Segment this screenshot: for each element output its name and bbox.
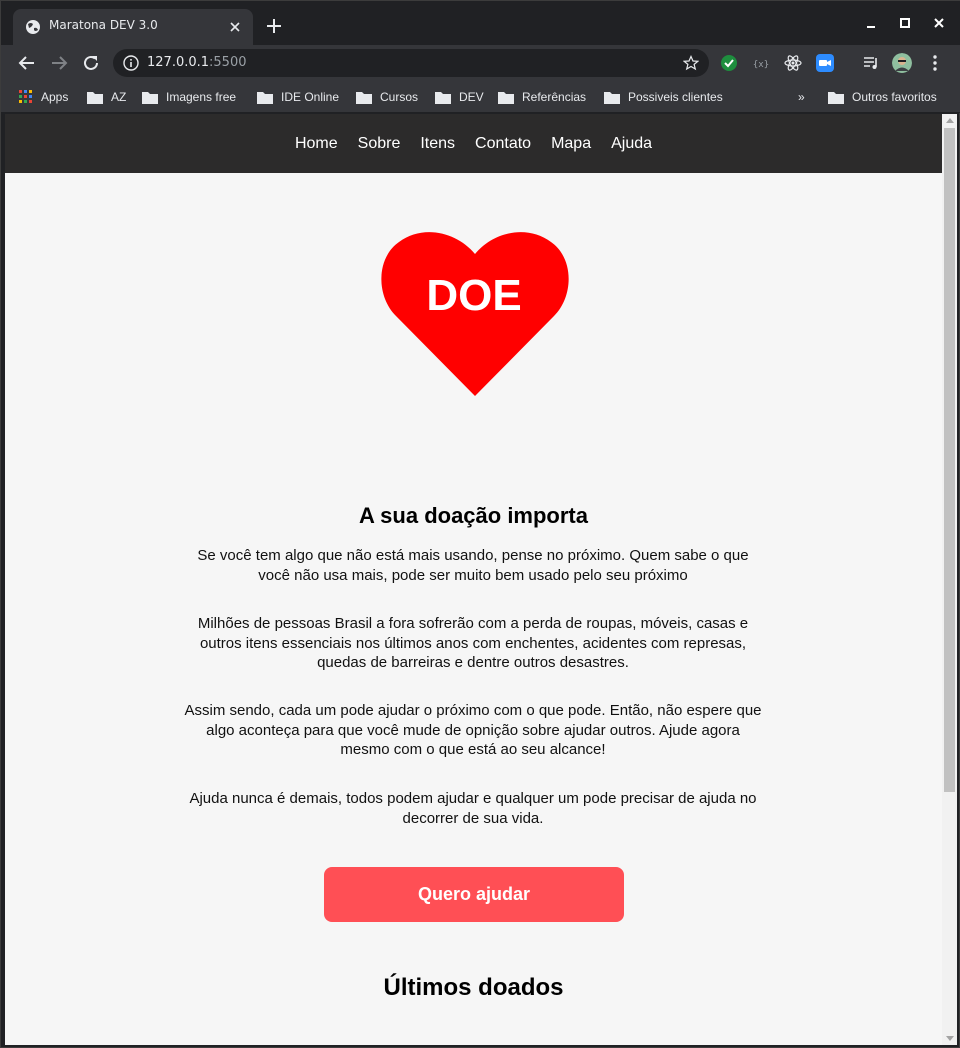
tab-title: Maratona DEV 3.0 xyxy=(49,18,158,32)
address-bar[interactable]: 127.0.0.1:5500 xyxy=(113,49,709,77)
avatar[interactable] xyxy=(892,53,912,73)
bookmarks-overflow-button[interactable]: » xyxy=(798,87,805,107)
nav-link-itens[interactable]: Itens xyxy=(420,135,455,153)
last-donated-title: Últimos doados xyxy=(383,974,564,1001)
bookmark-apps[interactable]: Apps xyxy=(19,87,68,107)
folder-icon xyxy=(435,91,451,104)
nav-link-sobre[interactable]: Sobre xyxy=(358,135,401,153)
forward-icon[interactable] xyxy=(47,51,71,75)
bookmark-label: IDE Online xyxy=(281,90,340,104)
page-viewport: Home Sobre Itens Contato Mapa Ajuda DOE … xyxy=(5,114,942,1045)
browser-window: Maratona DEV 3.0 127.0.0.1:5500 {x} Apps… xyxy=(0,0,960,1048)
nav-link-home[interactable]: Home xyxy=(295,135,338,153)
url-host: 127.0.0.1 xyxy=(147,55,210,70)
browser-toolbar: 127.0.0.1:5500 {x} xyxy=(1,45,960,81)
folder-icon xyxy=(828,91,844,104)
grammar-extension-icon[interactable] xyxy=(719,53,739,73)
folder-icon xyxy=(356,91,372,104)
bookmark-folder[interactable]: Imagens free xyxy=(142,87,236,107)
maximize-icon[interactable] xyxy=(893,11,917,35)
close-window-icon[interactable] xyxy=(927,11,951,35)
close-tab-icon[interactable] xyxy=(227,19,243,35)
bookmark-label: Referências xyxy=(522,90,587,104)
page-scrollbar[interactable] xyxy=(942,114,957,1045)
minimize-icon[interactable] xyxy=(859,11,883,35)
intro-paragraph: Se você tem algo que não está mais usand… xyxy=(197,547,749,584)
scroll-up-icon[interactable] xyxy=(946,118,954,123)
intro-paragraph: Milhões de pessoas Brasil a fora sofrerã… xyxy=(197,615,749,671)
bookmark-folder[interactable]: AZ xyxy=(87,87,126,107)
intro-paragraph: Assim sendo, cada um pode ajudar o próxi… xyxy=(184,702,762,758)
new-tab-icon[interactable] xyxy=(263,15,285,37)
bookmark-label: Imagens free xyxy=(166,90,237,104)
bookmark-label: Apps xyxy=(41,90,69,104)
other-bookmarks-folder[interactable]: Outros favoritos xyxy=(828,87,937,107)
nav-link-ajuda[interactable]: Ajuda xyxy=(611,135,652,153)
tab-strip: Maratona DEV 3.0 xyxy=(1,1,960,45)
nav-link-mapa[interactable]: Mapa xyxy=(551,135,591,153)
bookmark-star-icon[interactable] xyxy=(683,55,699,71)
intro-paragraph: Ajuda nunca é demais, todos podem ajudar… xyxy=(189,790,757,827)
back-icon[interactable] xyxy=(15,51,39,75)
logo-text: DOE xyxy=(426,271,522,320)
media-control-icon[interactable] xyxy=(861,53,881,73)
scrollbar-thumb[interactable] xyxy=(944,128,955,792)
nav-link-contato[interactable]: Contato xyxy=(475,135,531,153)
apps-grid-icon xyxy=(19,90,32,103)
tab-active[interactable]: Maratona DEV 3.0 xyxy=(13,9,253,45)
chevron-double-right-icon: » xyxy=(798,90,805,104)
url-text[interactable]: 127.0.0.1:5500 xyxy=(147,55,247,70)
reload-icon[interactable] xyxy=(79,51,103,75)
bookmarks-bar: Apps AZ Imagens free IDE Online Cursos D… xyxy=(1,81,960,113)
menu-kebab-icon[interactable] xyxy=(925,53,945,73)
react-devtools-icon[interactable] xyxy=(783,53,803,73)
info-icon[interactable] xyxy=(123,55,139,71)
bookmark-folder[interactable]: IDE Online xyxy=(257,87,339,107)
bookmark-folder[interactable]: Cursos xyxy=(356,87,418,107)
scroll-down-icon[interactable] xyxy=(946,1036,954,1041)
bookmark-label: Outros favoritos xyxy=(852,90,937,104)
globe-icon xyxy=(26,20,40,34)
bookmark-label: Possiveis clientes xyxy=(628,90,723,104)
bookmark-label: DEV xyxy=(459,90,484,104)
folder-icon xyxy=(498,91,514,104)
intro-title: A sua doação importa xyxy=(358,503,588,528)
folder-icon xyxy=(257,91,273,104)
folder-icon xyxy=(604,91,620,104)
bookmark-folder[interactable]: Referências xyxy=(498,87,586,107)
folder-icon xyxy=(142,91,158,104)
json-extension-icon[interactable]: {x} xyxy=(751,53,771,73)
folder-icon xyxy=(87,91,103,104)
want-to-help-button[interactable]: Quero ajudar xyxy=(324,867,624,922)
bookmark-folder[interactable]: Possiveis clientes xyxy=(604,87,723,107)
bookmark-label: AZ xyxy=(111,90,127,104)
bookmark-label: Cursos xyxy=(380,90,419,104)
url-port: :5500 xyxy=(209,55,247,70)
zoom-extension-icon[interactable] xyxy=(815,53,835,73)
svg-text:{x}: {x} xyxy=(753,60,769,70)
site-header: Home Sobre Itens Contato Mapa Ajuda xyxy=(5,114,942,173)
bookmark-folder[interactable]: DEV xyxy=(435,87,484,107)
site-nav: Home Sobre Itens Contato Mapa Ajuda xyxy=(5,114,942,173)
